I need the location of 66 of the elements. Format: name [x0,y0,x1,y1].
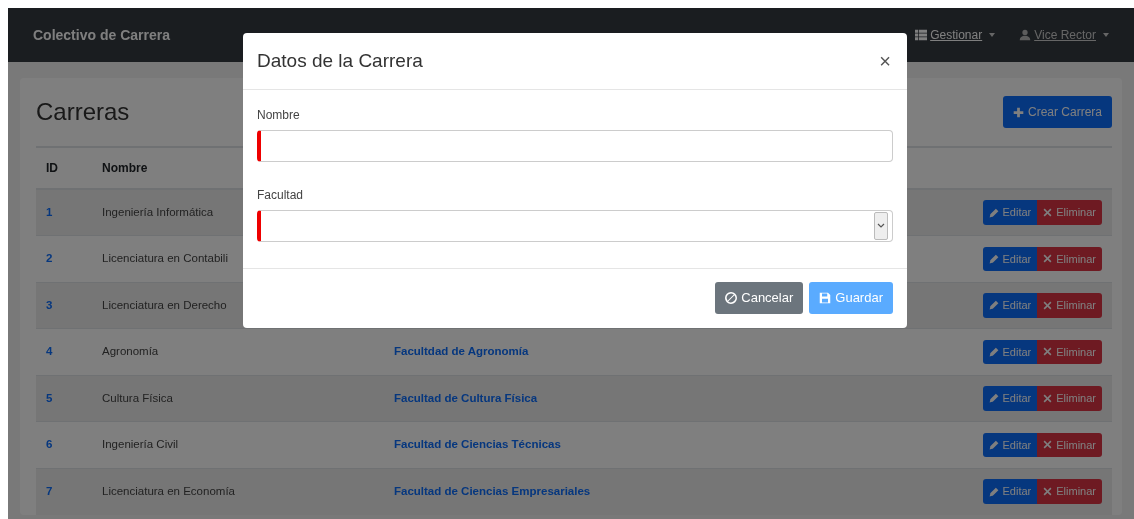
pencil-icon [988,207,999,218]
edit-button[interactable]: Editar [982,386,1038,411]
delete-button[interactable]: Eliminar [1037,479,1102,504]
delete-button[interactable]: Eliminar [1037,293,1102,318]
modal-title: Datos de la Carrera [257,48,423,73]
ban-icon [725,291,738,304]
pencil-icon [988,486,999,497]
delete-button[interactable]: Eliminar [1037,432,1102,457]
faculty-link[interactable]: Facultad de Ciencias Empresariales [394,484,591,497]
delete-button[interactable]: Eliminar [1037,200,1102,225]
plus-icon [1013,106,1024,118]
table-cell: Cultura Física [102,391,173,404]
delete-button[interactable]: Eliminar [1037,339,1102,364]
field-label: Nombre [257,107,301,124]
edit-button[interactable]: Editar [982,479,1038,504]
close-icon [1043,208,1053,217]
close-button[interactable]: × [877,51,893,71]
pencil-icon [988,439,999,450]
select-field[interactable] [257,210,893,242]
id-link[interactable]: 6 [46,438,53,451]
id-link[interactable]: 2 [46,252,53,265]
table-cell: Licenciatura en Derecho [102,298,227,311]
delete-button[interactable]: Eliminar [1037,386,1102,411]
column-header: Nombre [102,161,148,175]
id-link[interactable]: 4 [46,345,53,358]
id-link[interactable]: 3 [46,298,53,311]
user-icon [1019,29,1032,41]
pencil-icon [988,346,999,357]
faculty-link[interactable]: Facultad de Ciencias Técnicas [394,438,561,451]
table-cell: Licenciatura en Contabili [102,252,228,265]
input-field[interactable] [257,130,893,162]
faculty-link[interactable]: Facultdad de Agronomía [394,345,529,358]
close-icon [1043,487,1053,496]
close-icon [1043,440,1053,450]
table-cell: Agronomía [102,345,159,358]
pencil-icon [988,253,999,264]
save-icon [819,291,832,304]
column-header: ID [46,161,58,175]
page-title: Carreras [36,97,130,127]
edit-button[interactable]: Editar [982,200,1038,225]
create-button[interactable]: Crear Carrera [1003,96,1112,128]
id-link[interactable]: 7 [46,484,53,497]
cancel-button[interactable]: Cancelar [715,282,804,314]
faculty-link[interactable]: Facultad de Cultura Física [394,391,538,404]
edit-button[interactable]: Editar [982,293,1038,318]
field-label: Facultad [257,187,305,204]
edit-button[interactable]: Editar [982,432,1038,457]
user-menu[interactable]: Vice Rector [1019,26,1109,44]
edit-button[interactable]: Editar [982,339,1038,364]
table-cell: Ingeniería Civil [102,438,179,451]
nav-dropdown[interactable]: Gestionar [915,26,996,44]
id-link[interactable]: 1 [46,205,53,218]
table-cell: Ingeniería Informática [102,205,214,218]
edit-button[interactable]: Editar [982,246,1038,271]
delete-button[interactable]: Eliminar [1037,246,1102,271]
close-icon [1043,393,1053,403]
navbar-brand[interactable]: Colectivo de Carrera [33,24,170,46]
chevron-icon [877,223,885,229]
close-icon [1043,347,1053,357]
id-link[interactable]: 5 [46,391,53,404]
close-icon [1043,254,1053,264]
pencil-icon [988,300,999,311]
pencil-icon [988,393,999,404]
close-icon [1043,300,1053,310]
grid-icon [915,29,928,41]
table-cell: Licenciatura en Economía [102,484,235,497]
